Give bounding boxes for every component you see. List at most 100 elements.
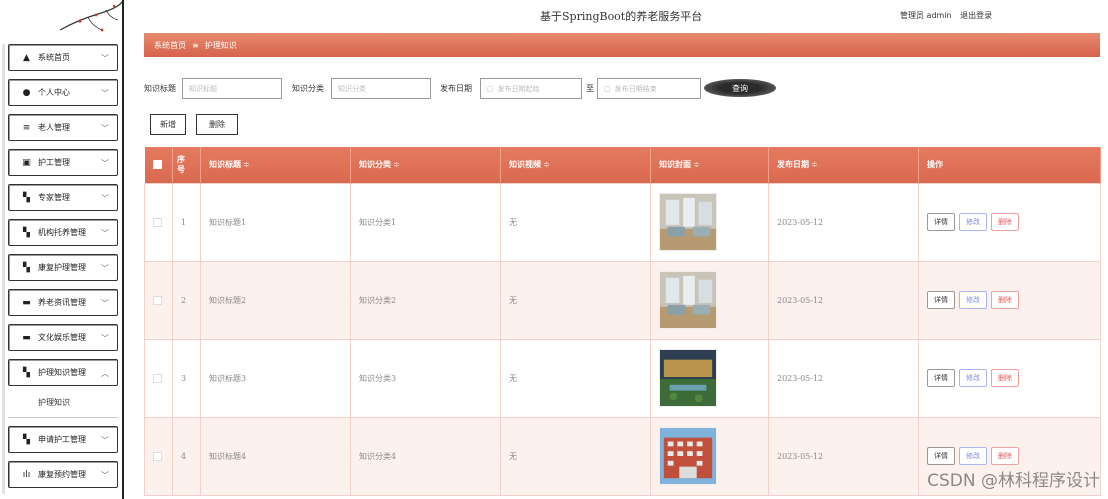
detail-button[interactable]: 详情: [927, 447, 955, 465]
title-filter-label: 知识标题: [144, 84, 176, 93]
sort-icon[interactable]: ≑: [693, 160, 700, 169]
edit-button[interactable]: 修改: [959, 447, 987, 465]
sidebar-subitem-nursing-knowledge[interactable]: 护理知识: [8, 394, 118, 418]
detail-button[interactable]: 详情: [927, 369, 955, 387]
sort-icon[interactable]: ≑: [393, 160, 400, 169]
query-button[interactable]: 查询: [704, 79, 776, 97]
sort-icon[interactable]: ≑: [543, 160, 550, 169]
sidebar-item[interactable]: ≡ 老人管理 ﹀: [8, 114, 118, 141]
sort-icon[interactable]: ≑: [811, 160, 818, 169]
category-filter-label: 知识分类: [292, 84, 324, 93]
home-icon: ▲: [23, 52, 30, 63]
row-index: 2: [172, 260, 201, 340]
calendar-icon: ▢: [604, 84, 611, 93]
row-title: 知识标题1: [200, 182, 351, 262]
category-search-input[interactable]: 知识分类: [331, 78, 431, 99]
sidebar-item[interactable]: ▲ 系统首页 ﹀: [8, 44, 118, 71]
row-video: 无: [500, 416, 651, 496]
chevron-down-icon: ﹀: [101, 54, 109, 63]
row-cover: [650, 338, 769, 418]
row-checkbox[interactable]: [153, 217, 162, 227]
delete-button[interactable]: 删除: [991, 291, 1019, 309]
sidebar-item[interactable]: ılı 康复预约管理 ﹀: [8, 461, 118, 488]
row-cover: [650, 182, 769, 262]
chevron-down-icon: ﹀: [101, 89, 109, 98]
row-actions: 详情 修改 删除: [918, 338, 1101, 418]
breadcrumb-separator-icon: ≡: [192, 40, 199, 50]
chevron-down-icon: ﹀: [101, 229, 109, 238]
delete-button[interactable]: 删除: [991, 447, 1019, 465]
sidebar-item-label: 康复预约管理: [38, 470, 86, 479]
sidebar-scrollbar[interactable]: [2, 44, 5, 494]
plum-branch-decoration: [59, 1, 123, 32]
row-title: 知识标题3: [200, 338, 351, 418]
grid-icon: ▚: [23, 262, 30, 273]
row-actions: 详情 修改 删除: [918, 260, 1101, 340]
chevron-down-icon: ﹀: [101, 124, 109, 133]
index-header-line2: 号: [177, 164, 185, 174]
category-search-placeholder: 知识分类: [338, 84, 366, 93]
row-checkbox[interactable]: [153, 451, 162, 461]
sort-icon[interactable]: ≑: [243, 160, 250, 169]
detail-button[interactable]: 详情: [927, 291, 955, 309]
row-cover: [650, 416, 769, 496]
grid-icon: ▚: [23, 367, 30, 378]
sidebar-item[interactable]: ▬ 养老资讯管理 ﹀: [8, 289, 118, 316]
edit-button[interactable]: 修改: [959, 291, 987, 309]
cover-image: [659, 427, 717, 485]
date-start-input[interactable]: ▢ 发布日期起始: [480, 78, 582, 99]
chevron-down-icon: ﹀: [101, 471, 109, 480]
sidebar-item-label: 机构托养管理: [38, 228, 86, 237]
row-title: 知识标题2: [200, 260, 351, 340]
sidebar-item[interactable]: ▬ 文化娱乐管理 ﹀: [8, 324, 118, 351]
cover-image: [659, 271, 717, 329]
column-header-cover[interactable]: 知识封面 ≑: [650, 147, 769, 183]
chevron-down-icon: ﹀: [101, 436, 109, 445]
row-checkbox[interactable]: [153, 295, 162, 305]
select-all-checkbox[interactable]: [152, 160, 162, 170]
date-end-input[interactable]: ▢ 发布日期结束: [597, 78, 701, 99]
column-header-category[interactable]: 知识分类 ≑: [350, 147, 501, 183]
sidebar-item-label: 养老资讯管理: [38, 298, 86, 307]
sidebar-item[interactable]: ▚ 护理知识管理 ︿: [8, 359, 118, 386]
title-search-placeholder: 知识标题: [189, 84, 217, 93]
clipboard-icon: ▣: [22, 157, 31, 168]
sidebar-item[interactable]: ▚ 机构托养管理 ﹀: [8, 219, 118, 246]
row-checkbox[interactable]: [153, 373, 162, 383]
breadcrumb-current: 护理知识: [204, 40, 237, 50]
column-actions-label: 操作: [927, 160, 943, 170]
row-title: 知识标题4: [200, 416, 351, 496]
user-label: 管理员 admin: [900, 11, 952, 20]
title-search-input[interactable]: 知识标题: [182, 78, 282, 99]
monitor-icon: ▬: [22, 297, 31, 308]
row-select-cell[interactable]: [144, 338, 173, 418]
sidebar-item[interactable]: ▚ 专家管理 ﹀: [8, 184, 118, 211]
delete-button[interactable]: 删除: [991, 369, 1019, 387]
date-filter-label: 发布日期: [440, 84, 472, 93]
row-select-cell[interactable]: [144, 182, 173, 262]
sidebar-item[interactable]: ● 个人中心 ﹀: [8, 79, 118, 106]
row-select-cell[interactable]: [144, 416, 173, 496]
column-header-index: 序 号: [172, 147, 201, 183]
column-header-date[interactable]: 发布日期 ≑: [768, 147, 919, 183]
site-title: 基于SpringBoot的养老服务平台: [540, 10, 703, 23]
bulk-delete-button[interactable]: 删除: [196, 114, 238, 135]
sidebar-menu: ▲ 系统首页 ﹀ ● 个人中心 ﹀ ≡ 老人管理 ﹀ ▣ 护工管理 ﹀ ▚ 专家管理 ﹀ ▚ 机构托养管理 ﹀ ▚ 康…: [8, 44, 118, 496]
select-all-cell[interactable]: [144, 147, 173, 183]
delete-button[interactable]: 删除: [991, 213, 1019, 231]
date-range-separator: 至: [586, 84, 594, 93]
detail-button[interactable]: 详情: [927, 213, 955, 231]
edit-button[interactable]: 修改: [959, 213, 987, 231]
edit-button[interactable]: 修改: [959, 369, 987, 387]
watermark: CSDN @林科程序设计: [927, 471, 1100, 491]
row-select-cell[interactable]: [144, 260, 173, 340]
sidebar-item[interactable]: ▣ 护工管理 ﹀: [8, 149, 118, 176]
sidebar-item[interactable]: ▚ 申请护工管理 ﹀: [8, 426, 118, 453]
column-header-video[interactable]: 知识视频 ≑: [500, 147, 651, 183]
breadcrumb-home[interactable]: 系统首页: [154, 40, 186, 51]
sidebar-item[interactable]: ▚ 康复护理管理 ﹀: [8, 254, 118, 281]
row-index: 4: [172, 416, 201, 496]
logout-link[interactable]: 退出登录: [960, 11, 992, 20]
column-header-title[interactable]: 知识标题 ≑: [200, 147, 351, 183]
add-button[interactable]: 新增: [150, 114, 186, 135]
